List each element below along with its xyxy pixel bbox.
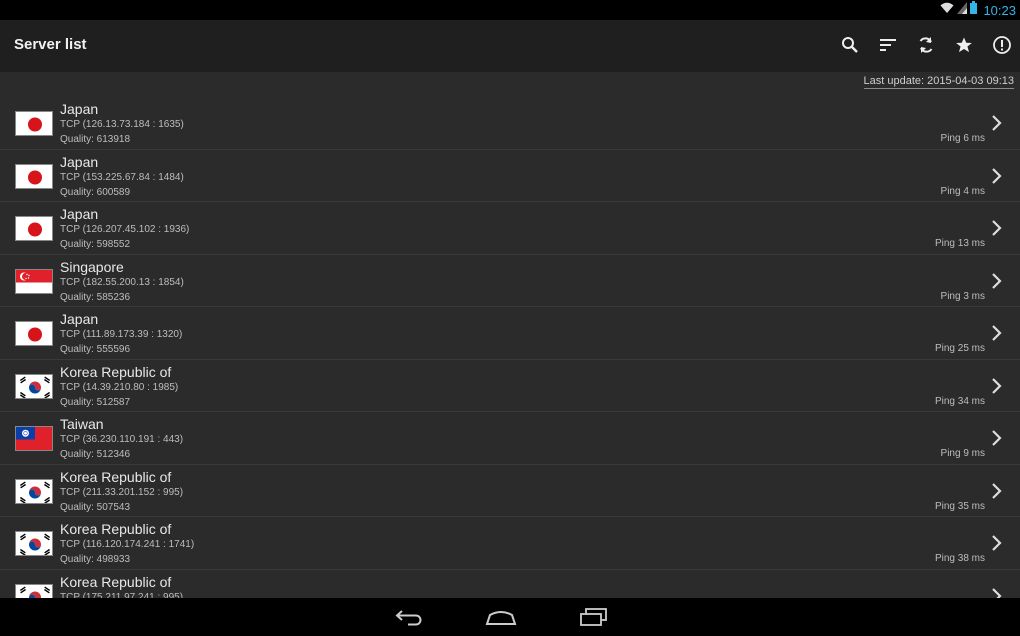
- server-ping: Ping 38 ms: [934, 553, 985, 564]
- chevron-right-icon: [990, 167, 1004, 185]
- server-country: Korea Republic of: [60, 573, 172, 590]
- chevron-right-icon: [990, 324, 1004, 342]
- back-icon[interactable]: [392, 606, 426, 628]
- info-icon[interactable]: [992, 34, 1012, 56]
- search-icon[interactable]: [840, 34, 860, 56]
- home-icon[interactable]: [484, 606, 518, 628]
- korea-flag-icon: [15, 478, 53, 504]
- server-row[interactable]: Korea Republic of TCP (14.39.210.80 : 198…: [0, 360, 1020, 412]
- server-quality: Quality: 613918: [60, 134, 131, 145]
- nav-icons: [392, 606, 610, 628]
- server-quality: Quality: 585236: [60, 291, 131, 303]
- singapore-flag-icon: [15, 268, 53, 294]
- server-row[interactable]: Japan TCP (153.225.67.84 : 1484) Quality: …: [0, 150, 1020, 202]
- server-country: Japan: [60, 311, 99, 327]
- status-bar: 10:23: [0, 0, 1020, 20]
- server-ping: Ping 9 ms: [940, 448, 985, 459]
- app-title: Server list: [14, 36, 87, 53]
- server-ping: Ping 3 ms: [940, 290, 985, 302]
- server-country: Korea Republic of: [60, 521, 172, 537]
- server-country: Singapore: [60, 258, 124, 275]
- server-country: Japan: [60, 153, 99, 170]
- server-address: TCP (182.55.200.13 : 1854): [60, 276, 184, 288]
- server-ping: Ping 13 ms: [934, 238, 985, 249]
- server-row[interactable]: Taiwan TCP (36.230.110.191 : 443) Quality:…: [0, 412, 1020, 465]
- action-icons: [840, 34, 1012, 56]
- server-address: TCP (211.33.201.152 : 995): [60, 486, 184, 498]
- server-quality: Quality: 512587: [60, 396, 131, 408]
- navigation-bar: [0, 598, 1020, 636]
- server-address: TCP (153.225.67.84 : 1484): [60, 171, 184, 183]
- chevron-right-icon: [990, 114, 1004, 132]
- server-list-panel: Last update: 2015-04-03 09:13 Japan TCP (…: [0, 72, 1020, 598]
- server-quality: Quality: 555596: [60, 344, 131, 355]
- server-quality: Quality: 512346: [60, 449, 131, 460]
- server-address: TCP (126.13.73.184 : 1635): [60, 119, 184, 130]
- korea-flag-icon: [15, 531, 53, 556]
- signal-icon: [957, 1, 968, 19]
- chevron-right-icon: [990, 219, 1004, 237]
- chevron-right-icon: [990, 587, 1004, 598]
- server-row[interactable]: Korea Republic of TCP (175.211.97.241 : 9…: [0, 570, 1020, 598]
- server-list: Japan TCP (126.13.73.184 : 1635) Quality: …: [0, 97, 1020, 598]
- last-update-label: Last update: 2015-04-03 09:13: [863, 75, 1014, 89]
- refresh-icon[interactable]: [916, 34, 936, 56]
- server-ping: Ping 25 ms: [934, 343, 985, 354]
- server-country: Korea Republic of: [60, 468, 172, 485]
- server-row[interactable]: Korea Republic of TCP (211.33.201.152 : 9…: [0, 465, 1020, 517]
- status-time: 10:23: [983, 2, 1016, 18]
- taiwan-flag-icon: [15, 426, 53, 451]
- server-country: Korea Republic of: [60, 363, 172, 380]
- server-address: TCP (116.120.174.241 : 1741): [60, 539, 195, 550]
- japan-flag-icon: [15, 111, 53, 136]
- battery-icon: [970, 1, 978, 19]
- server-address: TCP (126.207.45.102 : 1936): [60, 224, 190, 235]
- korea-flag-icon: [15, 373, 53, 399]
- chevron-right-icon: [990, 377, 1004, 395]
- sort-icon[interactable]: [878, 34, 898, 56]
- recent-apps-icon[interactable]: [576, 606, 610, 628]
- server-row[interactable]: Japan TCP (111.89.173.39 : 1320) Quality: …: [0, 307, 1020, 360]
- server-ping: Ping 34 ms: [934, 395, 985, 407]
- japan-flag-icon: [15, 216, 53, 241]
- star-icon[interactable]: [954, 34, 974, 56]
- server-quality: Quality: 598552: [60, 239, 131, 250]
- server-ping: Ping 4 ms: [940, 185, 985, 197]
- japan-flag-icon: [15, 321, 53, 346]
- server-quality: Quality: 507543: [60, 501, 131, 513]
- korea-flag-icon: [15, 583, 53, 598]
- server-row[interactable]: Singapore TCP (182.55.200.13 : 1854) Quali…: [0, 255, 1020, 307]
- status-icons: 10:23: [940, 1, 1016, 19]
- server-quality: Quality: 600589: [60, 186, 131, 198]
- server-address: TCP (111.89.173.39 : 1320): [60, 329, 183, 340]
- server-address: TCP (14.39.210.80 : 1985): [60, 381, 179, 393]
- chevron-right-icon: [990, 272, 1004, 290]
- server-country: Japan: [60, 206, 99, 222]
- server-ping: Ping 6 ms: [940, 133, 985, 144]
- chevron-right-icon: [990, 429, 1004, 447]
- japan-flag-icon: [15, 163, 53, 189]
- server-row[interactable]: Japan TCP (126.207.45.102 : 1936) Quality:…: [0, 202, 1020, 255]
- server-country: Japan: [60, 101, 99, 117]
- server-row[interactable]: Korea Republic of TCP (116.120.174.241 : …: [0, 517, 1020, 570]
- wifi-icon: [940, 1, 954, 19]
- server-ping: Ping 35 ms: [934, 500, 985, 512]
- server-row[interactable]: Japan TCP (126.13.73.184 : 1635) Quality: …: [0, 97, 1020, 150]
- chevron-right-icon: [990, 482, 1004, 500]
- server-address: TCP (36.230.110.191 : 443): [60, 434, 184, 445]
- server-country: Taiwan: [60, 416, 104, 432]
- server-quality: Quality: 498933: [60, 554, 131, 565]
- chevron-right-icon: [990, 534, 1004, 552]
- action-bar: Server list: [0, 20, 1020, 72]
